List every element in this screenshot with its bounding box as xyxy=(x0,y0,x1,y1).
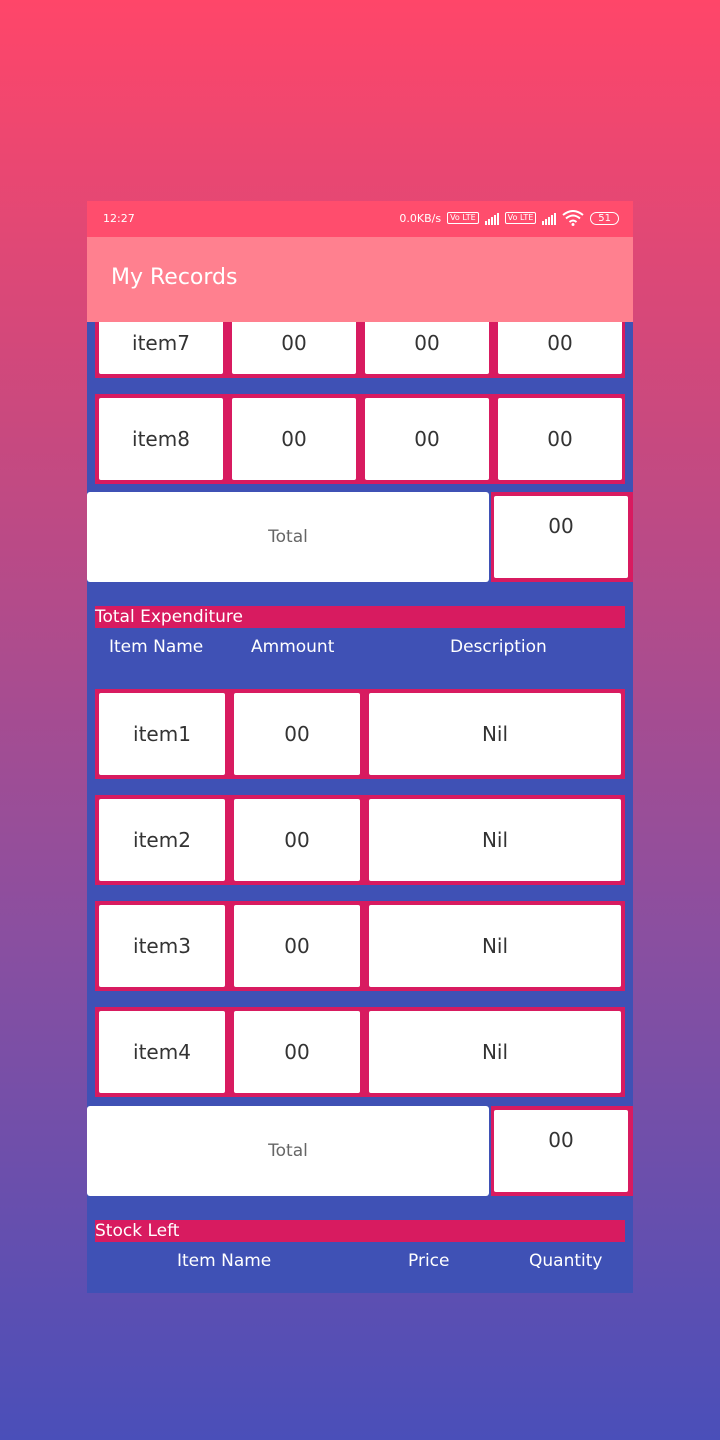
stock-header-name: Item Name xyxy=(177,1251,272,1271)
expenditure-row: item4 00 Nil xyxy=(95,1007,625,1097)
volte-icon-2: Vo LTE xyxy=(504,212,537,224)
app-bar: My Records xyxy=(87,237,633,322)
purchase-item-value[interactable]: 00 xyxy=(365,398,489,480)
app-title: My Records xyxy=(111,265,238,290)
purchase-item-value[interactable]: 00 xyxy=(365,322,489,374)
expenditure-total-label: Total xyxy=(87,1106,489,1196)
purchase-item-value[interactable]: 00 xyxy=(498,398,622,480)
net-speed: 0.0KB/s xyxy=(399,211,442,225)
volte-icon: Vo LTE xyxy=(447,212,479,224)
signal-icon-2 xyxy=(542,212,557,225)
expenditure-total-box: 00 xyxy=(491,1106,633,1196)
purchase-item-name[interactable]: item8 xyxy=(99,398,223,480)
expenditure-item-amount[interactable]: 00 xyxy=(234,693,360,775)
expenditure-item-name[interactable]: item4 xyxy=(99,1011,225,1093)
records-content[interactable]: item7 00 00 00 item8 00 00 00 Total 00 T… xyxy=(87,322,633,1293)
expenditure-section-title: Total Expenditure xyxy=(95,606,625,628)
signal-icon xyxy=(484,212,499,225)
purchase-total-box: 00 xyxy=(491,492,633,582)
status-bar: 12:27 0.0KB/s Vo LTE Vo LTE 51 xyxy=(87,201,633,237)
battery-icon: 51 xyxy=(590,211,619,225)
purchase-item-name[interactable]: item7 xyxy=(99,322,223,374)
expenditure-header-description: Description xyxy=(450,637,547,657)
stock-header-price: Price xyxy=(408,1251,450,1271)
purchase-row: item8 00 00 00 xyxy=(95,394,625,484)
purchase-item-value[interactable]: 00 xyxy=(232,322,356,374)
expenditure-item-name[interactable]: item2 xyxy=(99,799,225,881)
expenditure-total-value[interactable]: 00 xyxy=(494,1110,628,1192)
purchase-item-value[interactable]: 00 xyxy=(232,398,356,480)
expenditure-item-description[interactable]: Nil xyxy=(369,799,621,881)
stock-section-title: Stock Left xyxy=(95,1220,625,1242)
expenditure-row: item1 00 Nil xyxy=(95,689,625,779)
purchase-item-value[interactable]: 00 xyxy=(498,322,622,374)
expenditure-header-name: Item Name xyxy=(109,637,204,657)
purchase-row: item7 00 00 00 xyxy=(95,322,625,378)
expenditure-item-name[interactable]: item1 xyxy=(99,693,225,775)
expenditure-item-amount[interactable]: 00 xyxy=(234,905,360,987)
expenditure-item-description[interactable]: Nil xyxy=(369,693,621,775)
expenditure-row: item3 00 Nil xyxy=(95,901,625,991)
purchase-total-label: Total xyxy=(87,492,489,582)
stock-header-quantity: Quantity xyxy=(529,1251,603,1271)
expenditure-item-amount[interactable]: 00 xyxy=(234,1011,360,1093)
expenditure-item-amount[interactable]: 00 xyxy=(234,799,360,881)
wifi-icon xyxy=(562,210,584,226)
purchase-total-value[interactable]: 00 xyxy=(494,496,628,578)
status-time: 12:27 xyxy=(103,212,135,225)
expenditure-item-description[interactable]: Nil xyxy=(369,905,621,987)
phone-screen: 12:27 0.0KB/s Vo LTE Vo LTE 51 My Record… xyxy=(87,201,633,1293)
expenditure-header-amount: Ammount xyxy=(251,637,335,657)
expenditure-item-name[interactable]: item3 xyxy=(99,905,225,987)
expenditure-row: item2 00 Nil xyxy=(95,795,625,885)
expenditure-item-description[interactable]: Nil xyxy=(369,1011,621,1093)
status-icons: 0.0KB/s Vo LTE Vo LTE 51 xyxy=(399,210,619,226)
